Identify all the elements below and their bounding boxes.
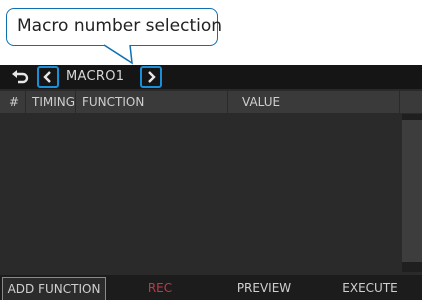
callout-macro-number-selection: Macro number selection: [6, 8, 222, 46]
column-header-number: #: [0, 91, 26, 113]
preview-button[interactable]: PREVIEW: [214, 277, 314, 300]
table-header: # TIMING FUNCTION VALUE: [0, 91, 422, 113]
column-header-value: VALUE: [228, 91, 400, 113]
back-arrow-icon[interactable]: [11, 68, 29, 86]
chevron-left-icon: [43, 71, 51, 83]
callout-text: Macro number selection: [17, 16, 223, 36]
macro-next-button[interactable]: [140, 66, 162, 88]
macro-screen-figure: Macro number selection MACRO1 # TIMING F…: [0, 0, 422, 300]
execute-button[interactable]: EXECUTE: [318, 277, 422, 300]
scrollbar-thumb[interactable]: [402, 120, 422, 262]
add-function-button[interactable]: ADD FUNCTION: [2, 277, 106, 300]
macro-prev-button[interactable]: [37, 66, 59, 88]
rec-button[interactable]: REC: [110, 277, 210, 300]
footer-bar: ADD FUNCTION REC PREVIEW EXECUTE: [0, 275, 422, 300]
column-header-spacer: [400, 91, 422, 113]
title-bar: MACRO1: [0, 65, 422, 89]
column-header-timing: TIMING: [26, 91, 76, 113]
macro-name-label: MACRO1: [66, 69, 125, 84]
macro-function-list[interactable]: [0, 114, 400, 270]
macro-editor-screen: MACRO1 # TIMING FUNCTION VALUE ADD FUNCT…: [0, 65, 422, 300]
list-scrollbar[interactable]: [402, 114, 422, 272]
chevron-right-icon: [148, 71, 156, 83]
column-header-function: FUNCTION: [76, 91, 228, 113]
